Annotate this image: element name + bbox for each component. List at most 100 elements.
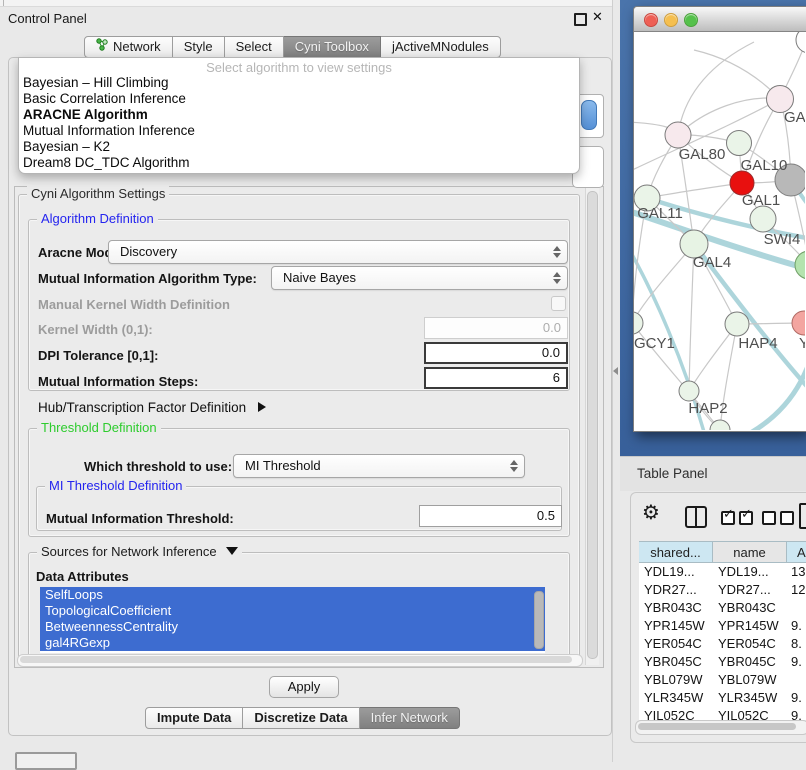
- node-hap4: [725, 312, 749, 336]
- tab-network-label: Network: [113, 37, 161, 57]
- list-item[interactable]: BetweennessCentrality: [40, 619, 545, 635]
- tab-style[interactable]: Style: [173, 36, 225, 58]
- control-panel: Control Panel ✕ Network Style Select Cyn…: [0, 0, 612, 762]
- settings-hscrollbar-thumb[interactable]: [20, 656, 572, 663]
- tab-jactivemnodules[interactable]: jActiveMNodules: [381, 36, 501, 58]
- table-row[interactable]: YBR045CYBR045C9.: [639, 653, 806, 671]
- export-table-icon[interactable]: [799, 503, 806, 529]
- node-attribute-table[interactable]: shared... name A YDL19...YDL19...13 YDR2…: [639, 541, 806, 720]
- algorithm-option[interactable]: Basic Correlation Inference: [23, 91, 186, 106]
- stepper-arrows-icon: [552, 272, 560, 284]
- which-threshold-combo[interactable]: MI Threshold: [233, 454, 525, 478]
- float-panel-button[interactable]: [574, 13, 587, 26]
- network-window[interactable]: GAL GAL80 GAL10 GAL1 GAL11 SWI4 GAL4 GCY…: [633, 6, 806, 432]
- sources-legend[interactable]: Sources for Network Inference: [37, 544, 242, 559]
- node-label: GAL80: [679, 146, 726, 163]
- algorithm-option[interactable]: Mutual Information Inference: [23, 123, 195, 138]
- window-close-button[interactable]: [644, 13, 658, 27]
- network-icon: [96, 37, 108, 57]
- table-row[interactable]: YER054CYER054C8.: [639, 635, 806, 653]
- stepper-arrows-icon: [552, 246, 560, 258]
- column-header-name[interactable]: name: [713, 541, 787, 563]
- node-label: HAP2: [688, 400, 727, 417]
- divider-collapse-arrow-icon[interactable]: [613, 367, 618, 375]
- data-attributes-label: Data Attributes: [36, 569, 129, 584]
- mi-threshold-label: Mutual Information Threshold:: [46, 511, 234, 526]
- table-row[interactable]: YLR345WYLR345W9.: [639, 689, 806, 707]
- which-threshold-label: Which threshold to use:: [84, 459, 232, 474]
- column-header-shared-name[interactable]: shared...: [639, 541, 713, 563]
- node-gal80: [665, 122, 691, 148]
- mi-type-label: Mutual Information Algorithm Type:: [38, 271, 257, 286]
- close-panel-button[interactable]: ✕: [592, 9, 603, 25]
- algorithm-select-popup: Select algorithm to view settings Bayesi…: [18, 57, 580, 174]
- algorithm-option[interactable]: Bayesian – Hill Climbing: [23, 75, 169, 90]
- node-hap2: [679, 381, 699, 401]
- tab-infer-network[interactable]: Infer Network: [360, 707, 460, 729]
- table-row[interactable]: YBR043CYBR043C: [639, 599, 806, 617]
- network-window-titlebar[interactable]: [634, 7, 806, 32]
- column-split-icon[interactable]: [685, 506, 707, 528]
- data-attributes-list[interactable]: SelfLoops TopologicalCoefficient Between…: [40, 587, 545, 653]
- list-item[interactable]: gal4RGexp: [40, 635, 545, 651]
- kernel-width-field[interactable]: 0.0: [424, 317, 568, 339]
- table-row[interactable]: YPR145WYPR145W9.: [639, 617, 806, 635]
- mi-steps-label: Mutual Information Steps:: [38, 374, 198, 389]
- table-row[interactable]: YDL19...YDL19...13: [639, 563, 806, 581]
- tab-network[interactable]: Network: [84, 36, 173, 58]
- manual-kernel-label: Manual Kernel Width Definition: [38, 297, 230, 312]
- settings-vscrollbar-thumb[interactable]: [587, 191, 598, 659]
- mi-threshold-field[interactable]: 0.5: [419, 505, 562, 527]
- list-item[interactable]: SelfLoops: [40, 587, 545, 603]
- table-settings-gear-icon[interactable]: ⚙: [642, 503, 660, 523]
- top-left-tick: [3, 0, 4, 6]
- hub-section-toggle[interactable]: Hub/Transcription Factor Definition: [38, 400, 266, 415]
- algorithm-option[interactable]: Bayesian – K2: [23, 139, 110, 154]
- node-unlabeled-top: [796, 32, 805, 53]
- node-label: GCY1: [634, 335, 675, 352]
- table-row[interactable]: YDR27...YDR27...12: [639, 581, 806, 599]
- control-panel-title: Control Panel: [8, 11, 87, 26]
- table-panel-box: ⚙ shared... name A YDL19...YDL19...13 YD…: [630, 492, 806, 743]
- attributes-vscrollbar-thumb[interactable]: [534, 591, 544, 649]
- dpi-tolerance-field[interactable]: 0.0: [424, 342, 568, 364]
- table-row[interactable]: YBL079WYBL079W: [639, 671, 806, 689]
- manual-kernel-checkbox[interactable]: [551, 296, 566, 311]
- apply-button[interactable]: Apply: [269, 676, 339, 698]
- aracne-mode-combo[interactable]: Discovery: [108, 240, 568, 264]
- mi-type-combo[interactable]: Naive Bayes: [271, 266, 568, 290]
- mi-threshold-legend: MI Threshold Definition: [45, 478, 186, 493]
- algorithm-option-selected[interactable]: ARACNE Algorithm: [23, 107, 148, 122]
- stepper-arrows-icon: [509, 460, 517, 472]
- network-canvas[interactable]: GAL GAL80 GAL10 GAL1 GAL11 SWI4 GAL4 GCY…: [634, 32, 805, 430]
- node-salmon: [792, 311, 805, 335]
- table-panel-title: Table Panel: [637, 466, 708, 481]
- node-label: GAL1: [742, 192, 780, 209]
- node-green-right: [795, 251, 805, 279]
- tab-cyni-toolbox[interactable]: Cyni Toolbox: [284, 36, 381, 58]
- tab-impute-data[interactable]: Impute Data: [145, 707, 243, 729]
- algorithm-option[interactable]: Dream8 DC_TDC Algorithm: [23, 155, 190, 170]
- list-item[interactable]: TopologicalCoefficient: [40, 603, 545, 619]
- window-zoom-button[interactable]: [684, 13, 698, 27]
- table-hscrollbar-thumb[interactable]: [638, 723, 796, 730]
- deselect-all-rows-icon[interactable]: [762, 511, 794, 530]
- hidden-combo-blue-capsule: [581, 100, 597, 130]
- kernel-width-label: Kernel Width (0,1):: [38, 322, 153, 337]
- algorithm-definition-legend: Algorithm Definition: [37, 211, 158, 226]
- threshold-definition-legend: Threshold Definition: [37, 420, 161, 435]
- tab-discretize-data[interactable]: Discretize Data: [243, 707, 359, 729]
- tab-select[interactable]: Select: [225, 36, 284, 58]
- control-panel-tabbar: Network Style Select Cyni Toolbox jActiv…: [84, 36, 501, 58]
- window-minimize-button[interactable]: [664, 13, 678, 27]
- node-label: Y: [799, 335, 805, 352]
- cyni-algorithm-settings-legend: Cyni Algorithm Settings: [27, 186, 169, 201]
- table-header-row: shared... name A: [639, 541, 806, 563]
- table-hscrollbar[interactable]: [635, 720, 806, 735]
- node-gal10: [727, 131, 752, 156]
- select-all-rows-icon[interactable]: [721, 511, 753, 530]
- column-header-partial[interactable]: A: [787, 541, 806, 563]
- mi-steps-field[interactable]: 6: [424, 367, 568, 389]
- table-row[interactable]: YIL052CYIL052C9.: [639, 707, 806, 720]
- partial-bottom-button[interactable]: [15, 752, 77, 770]
